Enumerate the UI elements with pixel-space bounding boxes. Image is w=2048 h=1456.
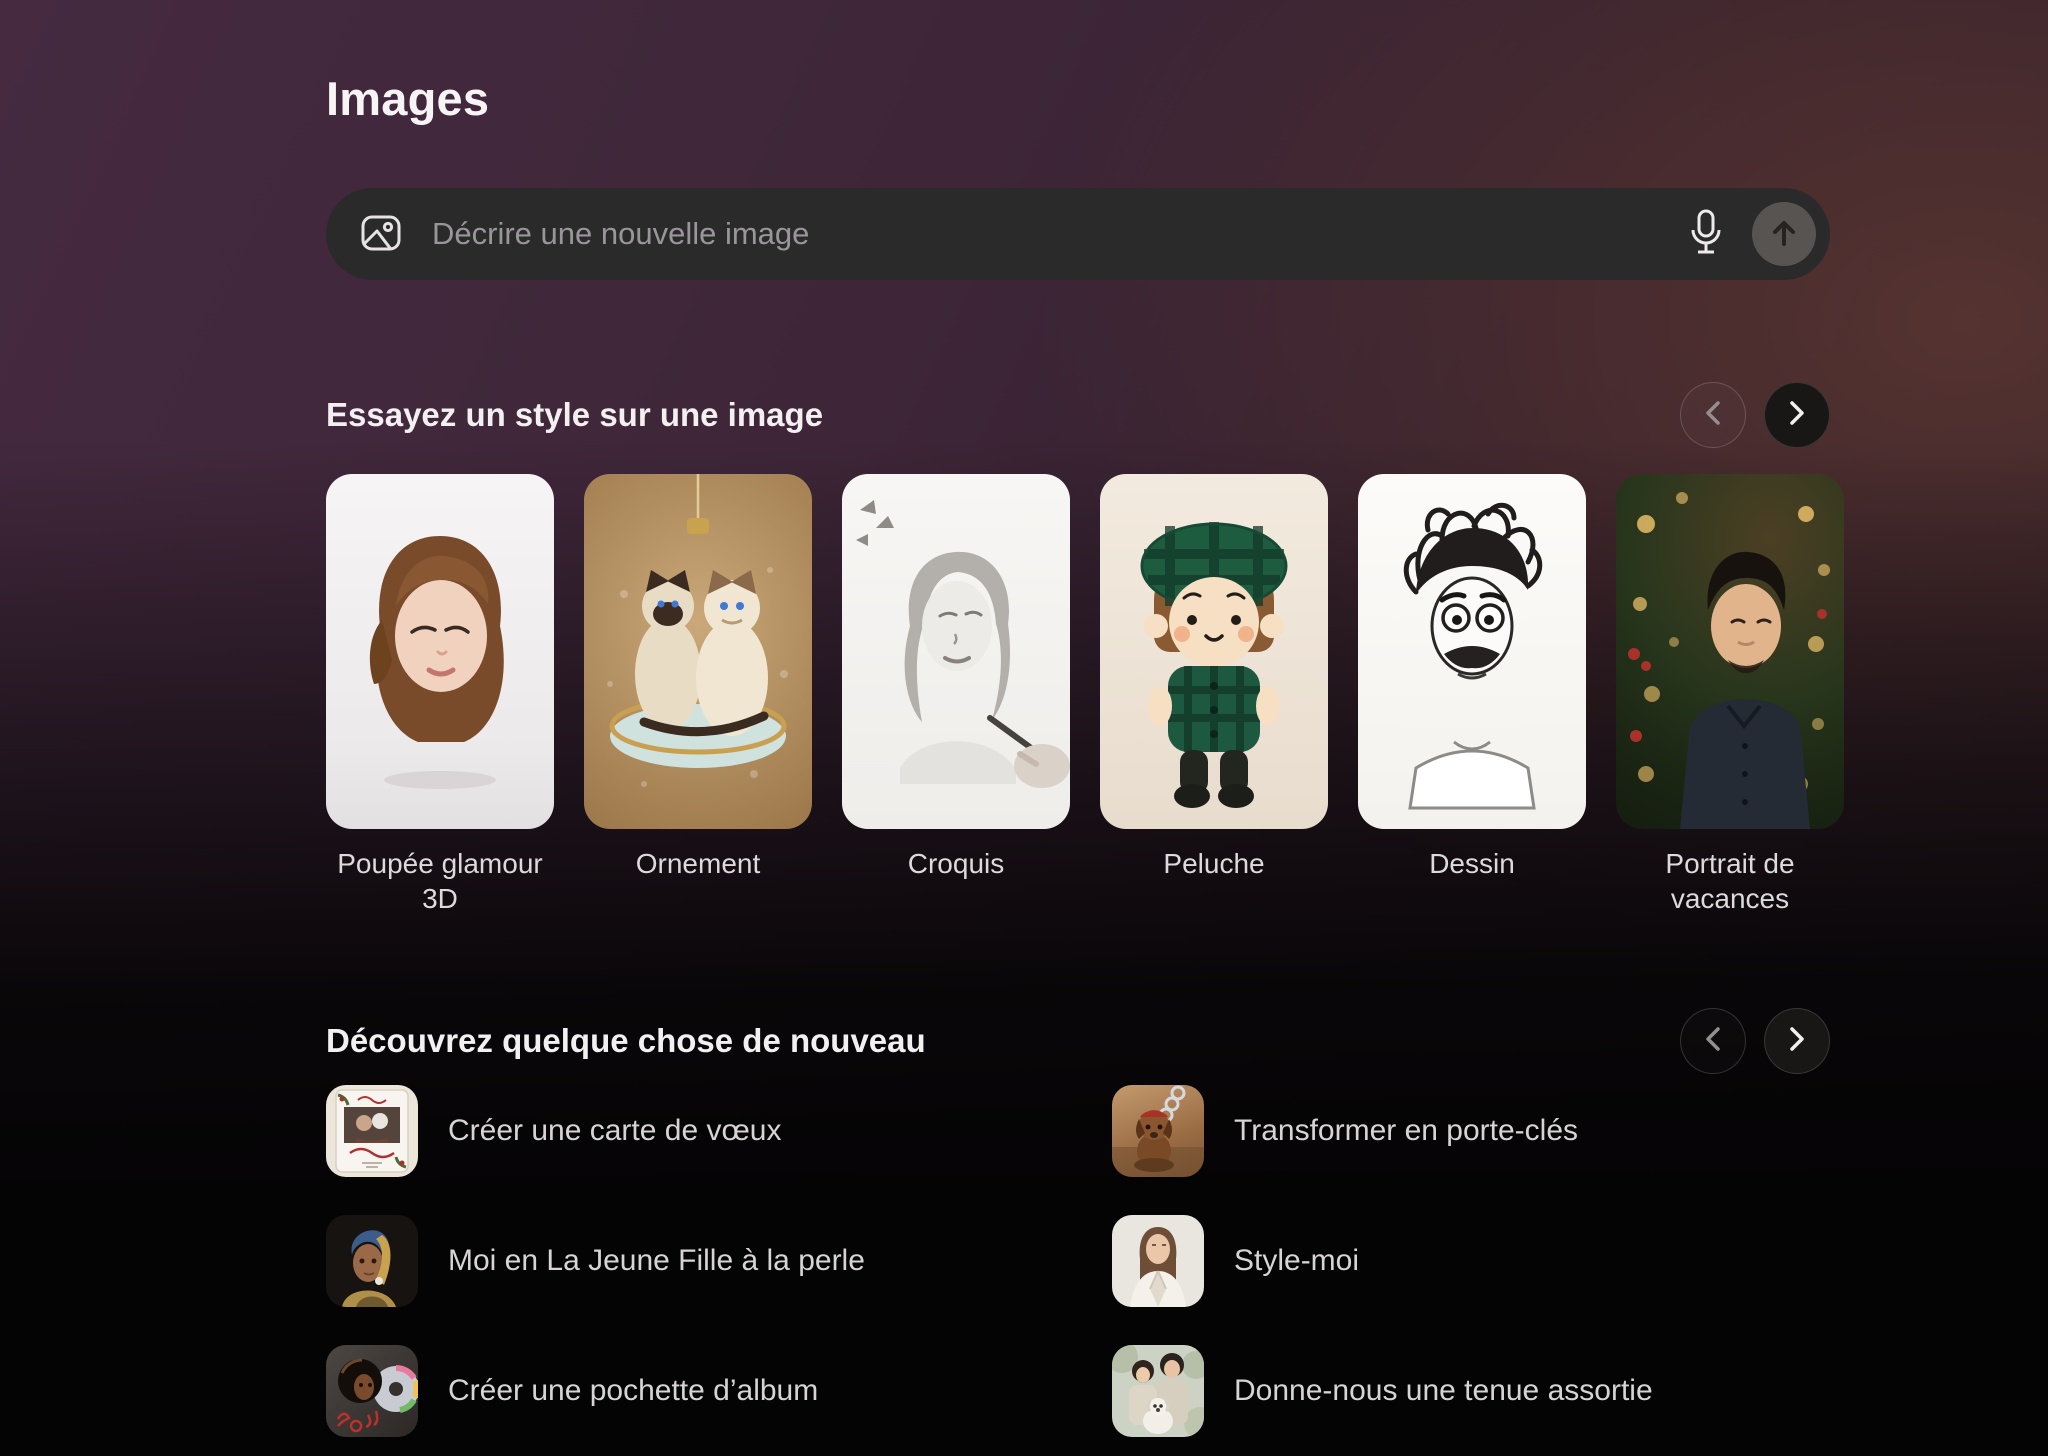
image-prompt-input[interactable] <box>430 215 1686 253</box>
discover-item-thumbnail <box>326 1215 418 1307</box>
discover-item-label: Donne-nous une tenue assortie <box>1234 1374 1653 1407</box>
page-title: Images <box>326 72 490 126</box>
image-prompt-bar[interactable] <box>326 188 1830 280</box>
chevron-left-icon <box>1702 1025 1724 1058</box>
style-card-glamour-doll[interactable]: Poupée glamour 3D <box>326 474 554 916</box>
style-card-image <box>1616 474 1844 829</box>
styles-next-button[interactable] <box>1764 382 1830 448</box>
dictate-button[interactable] <box>1686 208 1726 260</box>
style-card-image <box>584 474 812 829</box>
style-card-image <box>1358 474 1586 829</box>
style-card-label: Peluche <box>1163 848 1265 879</box>
chevron-right-icon <box>1786 1025 1808 1058</box>
add-image-button[interactable] <box>358 211 404 257</box>
style-card-label: Dessin <box>1429 848 1515 879</box>
style-card-label: Poupée glamour 3D <box>337 848 543 914</box>
discover-item-label: Transformer en porte-clés <box>1234 1114 1579 1147</box>
discover-prev-button[interactable] <box>1680 1008 1746 1074</box>
style-card-plush[interactable]: Peluche <box>1100 474 1328 916</box>
style-card-label: Ornement <box>635 848 761 879</box>
styles-prev-button[interactable] <box>1680 382 1746 448</box>
discover-item-matching-outfit[interactable]: Donne-nous une tenue assortie <box>1112 1345 1844 1437</box>
arrow-up-icon <box>1768 217 1800 252</box>
submit-button[interactable] <box>1752 202 1816 266</box>
discover-item-pearl-earring[interactable]: Moi en La Jeune Fille à la perle <box>326 1215 1112 1307</box>
discover-item-keychain[interactable]: Transformer en porte-clés <box>1112 1085 1844 1177</box>
styles-carousel: Poupée glamour 3D Ornement Croquis Peluc… <box>326 474 1844 916</box>
microphone-icon <box>1688 208 1724 261</box>
discover-next-button[interactable] <box>1764 1008 1830 1074</box>
styles-section-title: Essayez un style sur une image <box>326 396 824 433</box>
discover-item-thumbnail <box>1112 1215 1204 1307</box>
discover-grid: Créer une carte de vœux Transformer en p… <box>326 1085 1844 1437</box>
discover-item-thumbnail <box>326 1345 418 1437</box>
style-card-label: Croquis <box>907 848 1005 879</box>
discover-item-thumbnail <box>326 1085 418 1177</box>
discover-item-label: Moi en La Jeune Fille à la perle <box>448 1244 865 1277</box>
discover-item-label: Créer une carte de vœux <box>448 1114 782 1147</box>
discover-item-style-me[interactable]: Style-moi <box>1112 1215 1844 1307</box>
style-card-drawing[interactable]: Dessin <box>1358 474 1586 916</box>
chevron-left-icon <box>1702 399 1724 432</box>
discover-item-thumbnail <box>1112 1345 1204 1437</box>
style-card-image <box>1100 474 1328 829</box>
style-card-image <box>326 474 554 829</box>
discover-item-label: Style-moi <box>1234 1244 1360 1277</box>
discover-item-greeting-card[interactable]: Créer une carte de vœux <box>326 1085 1112 1177</box>
images-page: Images Décrire une nouvelle image Essaye… <box>0 0 2048 1456</box>
discover-item-album-cover[interactable]: Créer une pochette d’album <box>326 1345 1112 1437</box>
style-card-sketch[interactable]: Croquis <box>842 474 1070 916</box>
discover-item-label: Créer une pochette d’album <box>448 1374 819 1407</box>
image-icon <box>358 210 404 259</box>
style-card-holiday-portrait[interactable]: Portrait de vacances <box>1616 474 1844 916</box>
style-card-label: Portrait de vacances <box>1665 848 1795 914</box>
chevron-right-icon <box>1786 399 1808 432</box>
discover-item-thumbnail <box>1112 1085 1204 1177</box>
discover-section-title: Découvrez quelque chose de nouveau <box>326 1022 926 1059</box>
style-card-image <box>842 474 1070 829</box>
style-card-ornament[interactable]: Ornement <box>584 474 812 916</box>
